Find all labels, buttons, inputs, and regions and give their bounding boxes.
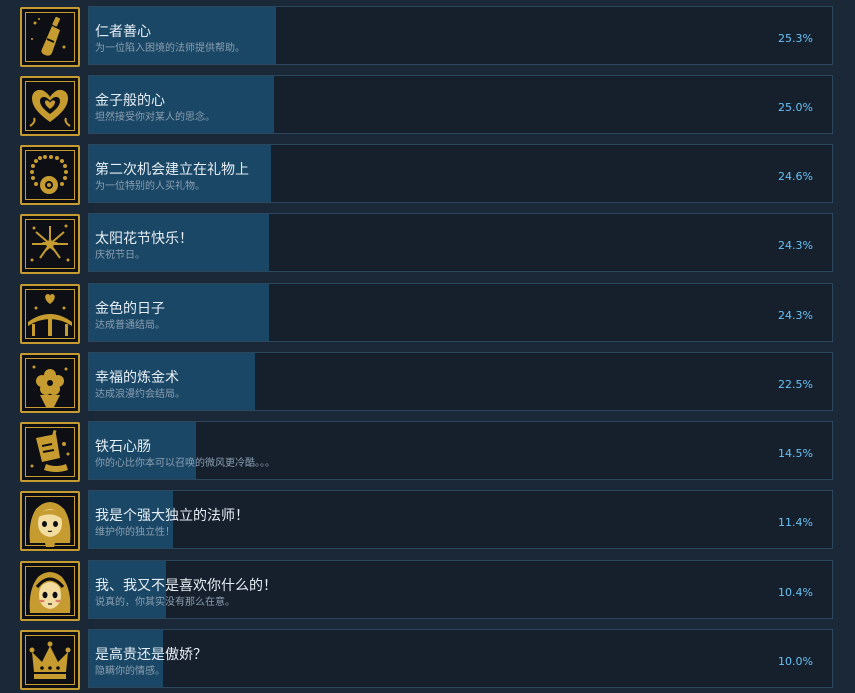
- achievement-description: 为一位特别的人买礼物。: [95, 181, 205, 192]
- achievement-description: 达成浪漫约会结局。: [95, 389, 185, 400]
- golden-heart-icon: [20, 76, 80, 136]
- achievement-percent: 24.6%: [778, 170, 813, 183]
- achievement-description: 维护你的独立性！: [95, 527, 175, 538]
- achievement-percent: 22.5%: [778, 378, 813, 391]
- achievement-title: 金色的日子: [95, 301, 165, 317]
- achievement-row[interactable]: 仁者善心 为一位陷入困境的法师提供帮助。 25.3%: [0, 6, 855, 68]
- achievement-title: 我、我又不是喜欢你什么的！: [95, 578, 277, 594]
- achievement-percent: 24.3%: [778, 309, 813, 322]
- achievement-description: 坦然接受你对某人的思念。: [95, 112, 215, 123]
- fireworks-icon: [20, 214, 80, 274]
- achievement-row[interactable]: 我、我又不是喜欢你什么的！ 说真的，你其实没有那么在意。 10.4%: [0, 560, 855, 622]
- achievement-description: 达成普通结局。: [95, 320, 165, 331]
- achievement-percent: 14.5%: [778, 447, 813, 460]
- achievement-percent: 25.0%: [778, 101, 813, 114]
- achievement-description: 庆祝节日。: [95, 250, 145, 261]
- achievement-title: 我是个强大独立的法师！: [95, 508, 249, 524]
- achievement-card: 金色的日子 达成普通结局。 24.3%: [88, 283, 833, 342]
- achievement-list: 仁者善心 为一位陷入困境的法师提供帮助。 25.3% 金子般的心 坦然接受你对某…: [0, 0, 855, 693]
- achievement-title: 第二次机会建立在礼物上: [95, 162, 249, 178]
- achievement-title: 铁石心肠: [95, 439, 151, 455]
- spilled-drink-icon: [20, 422, 80, 482]
- flower-bracelet-icon: [20, 145, 80, 205]
- achievement-title: 仁者善心: [95, 24, 151, 40]
- achievement-row[interactable]: 金色的日子 达成普通结局。 24.3%: [0, 283, 855, 345]
- achievement-percent: 10.4%: [778, 586, 813, 599]
- achievement-title: 金子般的心: [95, 93, 165, 109]
- achievement-row[interactable]: 铁石心肠 你的心比你本可以召唤的微风更冷酷。。。 14.5%: [0, 421, 855, 483]
- achievement-percent: 11.4%: [778, 516, 813, 529]
- achievement-percent: 10.0%: [778, 655, 813, 668]
- wine-bottle-icon: [20, 7, 80, 67]
- achievement-card: 太阳花节快乐！ 庆祝节日。 24.3%: [88, 213, 833, 272]
- blushing-girl-icon: [20, 561, 80, 621]
- achievement-description: 你的心比你本可以召唤的微风更冷酷。。。: [95, 458, 275, 469]
- flower-bouquet-icon: [20, 353, 80, 413]
- achievement-description: 为一位陷入困境的法师提供帮助。: [95, 43, 245, 54]
- achievement-card: 我、我又不是喜欢你什么的！ 说真的，你其实没有那么在意。 10.4%: [88, 560, 833, 619]
- achievement-card: 仁者善心 为一位陷入困境的法师提供帮助。 25.3%: [88, 6, 833, 65]
- achievement-title: 太阳花节快乐！: [95, 231, 193, 247]
- achievement-row[interactable]: 幸福的炼金术 达成浪漫约会结局。 22.5%: [0, 352, 855, 414]
- achievement-row[interactable]: 太阳花节快乐！ 庆祝节日。 24.3%: [0, 213, 855, 275]
- girl-portrait-icon: [20, 491, 80, 551]
- achievement-description: 说真的，你其实没有那么在意。: [95, 597, 235, 608]
- achievement-card: 金子般的心 坦然接受你对某人的思念。 25.0%: [88, 75, 833, 134]
- achievement-row[interactable]: 是高贵还是傲娇？ 隐瞒你的情感。 10.0%: [0, 629, 855, 691]
- achievement-row[interactable]: 我是个强大独立的法师！ 维护你的独立性！ 11.4%: [0, 490, 855, 552]
- crown-icon: [20, 630, 80, 690]
- bridge-heart-icon: [20, 284, 80, 344]
- achievement-card: 我是个强大独立的法师！ 维护你的独立性！ 11.4%: [88, 490, 833, 549]
- achievement-card: 第二次机会建立在礼物上 为一位特别的人买礼物。 24.6%: [88, 144, 833, 203]
- achievement-row[interactable]: 第二次机会建立在礼物上 为一位特别的人买礼物。 24.6%: [0, 144, 855, 206]
- achievement-row[interactable]: 金子般的心 坦然接受你对某人的思念。 25.0%: [0, 75, 855, 137]
- achievement-percent: 25.3%: [778, 32, 813, 45]
- achievement-description: 隐瞒你的情感。: [95, 666, 165, 677]
- achievement-percent: 24.3%: [778, 239, 813, 252]
- achievement-card: 幸福的炼金术 达成浪漫约会结局。 22.5%: [88, 352, 833, 411]
- achievement-title: 幸福的炼金术: [95, 370, 179, 386]
- achievement-card: 铁石心肠 你的心比你本可以召唤的微风更冷酷。。。 14.5%: [88, 421, 833, 480]
- achievement-title: 是高贵还是傲娇？: [95, 647, 207, 663]
- achievement-card: 是高贵还是傲娇？ 隐瞒你的情感。 10.0%: [88, 629, 833, 688]
